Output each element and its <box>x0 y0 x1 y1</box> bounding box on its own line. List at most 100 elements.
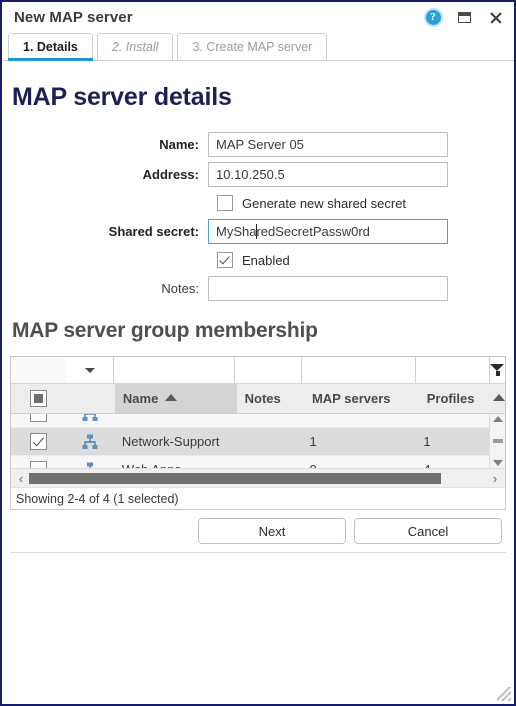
name-input[interactable]: MAP Server 05 <box>208 132 448 157</box>
group-membership-grid: Name Notes MAP servers Profiles Network-… <box>10 356 506 510</box>
generate-secret-row: Generate new shared secret <box>10 192 506 214</box>
generate-new-shared-secret-label: Generate new shared secret <box>242 195 407 211</box>
tab-install[interactable]: 2. Install <box>96 33 174 60</box>
chevron-down-icon <box>84 367 95 373</box>
row-checkbox-cell[interactable] <box>11 433 66 450</box>
row-name-cell: Web Apps <box>114 462 235 468</box>
column-header-notes-label: Notes <box>244 391 281 406</box>
table-row[interactable]: Web Apps 0 4 <box>11 456 489 468</box>
address-input[interactable]: 10.10.250.5 <box>208 162 448 187</box>
maximize-button[interactable] <box>453 7 475 27</box>
row-checkbox[interactable] <box>29 414 47 422</box>
field-row-name: Name: MAP Server 05 <box>10 132 506 157</box>
column-header-profiles-label: Profiles <box>426 391 475 406</box>
help-circle-icon: ? <box>425 9 441 25</box>
field-row-notes: Notes: <box>10 276 506 301</box>
notes-input[interactable] <box>208 276 448 301</box>
column-header-map-servers[interactable]: MAP servers <box>304 384 419 413</box>
grid-filter-row <box>11 357 505 384</box>
horizontal-scroll-track[interactable] <box>29 472 487 484</box>
column-header-notes[interactable]: Notes <box>237 384 304 413</box>
row-icon-cell <box>66 414 114 422</box>
sort-ascending-icon <box>165 393 178 401</box>
row-checkbox-cell[interactable] <box>11 414 66 422</box>
next-button[interactable]: Next <box>198 518 346 544</box>
table-row[interactable]: Network-Support 1 1 <box>11 428 489 456</box>
shared-secret-input[interactable]: MySharedSecretPassw0rd <box>208 219 448 244</box>
notes-label: Notes: <box>161 281 199 296</box>
dialog-window: New MAP server ? 1. Details 2. Install 3… <box>0 0 516 706</box>
grid-vertical-scrollbar[interactable] <box>489 414 505 468</box>
help-button[interactable]: ? <box>422 7 444 27</box>
row-icon-cell <box>66 462 114 468</box>
shared-secret-text-after: redSecretPassw0rd <box>256 224 370 239</box>
filter-menu-button[interactable] <box>490 357 505 383</box>
enabled-label: Enabled <box>242 252 290 268</box>
filter-cell-profiles[interactable] <box>416 357 490 383</box>
group-node-icon <box>86 462 93 468</box>
row-checkbox[interactable] <box>29 433 47 450</box>
column-header-name[interactable]: Name <box>114 384 237 413</box>
dialog-footer: Next Cancel <box>10 510 506 544</box>
field-row-address: Address: 10.10.250.5 <box>10 162 506 187</box>
close-icon <box>489 11 502 24</box>
enabled-row: Enabled <box>10 249 506 271</box>
cancel-button[interactable]: Cancel <box>354 518 502 544</box>
table-row[interactable] <box>11 414 489 428</box>
shared-secret-label: Shared secret: <box>108 224 199 239</box>
dialog-content: MAP server details Name: MAP Server 05 A… <box>2 61 514 704</box>
maximize-icon <box>457 11 471 23</box>
row-icon-cell <box>66 434 114 450</box>
window-controls: ? <box>422 7 506 27</box>
footer-divider <box>10 552 506 553</box>
field-row-shared-secret: Shared secret: MySharedSecretPassw0rd <box>10 219 506 244</box>
filter-cell-select <box>11 357 67 383</box>
grid-header-row: Name Notes MAP servers Profiles <box>11 384 506 414</box>
generate-new-shared-secret-checkbox[interactable] <box>217 195 233 211</box>
address-label: Address: <box>142 167 199 182</box>
filter-cell-name[interactable] <box>114 357 236 383</box>
membership-title: MAP server group membership <box>12 319 318 342</box>
column-header-name-label: Name <box>122 391 159 406</box>
tab-create-map-server[interactable]: 3. Create MAP server <box>177 33 328 60</box>
chevron-left-icon[interactable]: ‹ <box>13 471 29 486</box>
select-all-header[interactable] <box>11 384 66 413</box>
column-header-map-servers-label: MAP servers <box>311 391 391 406</box>
filter-funnel-icon <box>490 363 505 377</box>
row-checkbox[interactable] <box>29 461 47 468</box>
scroll-up-icon <box>493 393 506 401</box>
page-title: MAP server details <box>12 83 232 111</box>
group-node-icon <box>82 414 98 421</box>
row-profiles-cell: 1 <box>423 434 431 449</box>
column-header-icon <box>66 384 115 413</box>
tab-details[interactable]: 1. Details <box>7 33 93 61</box>
wizard-tabs: 1. Details 2. Install 3. Create MAP serv… <box>2 32 514 61</box>
scroll-down-arrow-icon[interactable] <box>492 460 503 466</box>
select-all-checkbox[interactable] <box>30 390 48 407</box>
column-header-profiles[interactable]: Profiles <box>419 384 493 413</box>
scroll-up-arrow-icon[interactable] <box>492 416 503 422</box>
filter-cell-icon[interactable] <box>66 357 115 383</box>
filter-cell-notes[interactable] <box>235 357 303 383</box>
close-button[interactable] <box>484 7 506 27</box>
chevron-right-icon[interactable]: › <box>487 471 503 486</box>
grid-rows: Network-Support 1 1 <box>11 414 489 468</box>
grid-status-text: Showing 2-4 of 4 (1 selected) <box>11 487 505 509</box>
grid-horizontal-scrollbar[interactable]: ‹ › <box>11 468 505 487</box>
horizontal-scroll-thumb[interactable] <box>29 472 442 484</box>
resize-grip[interactable] <box>497 687 511 701</box>
vertical-scroll-thumb[interactable] <box>492 439 503 443</box>
row-name-cell: Network-Support <box>121 434 220 449</box>
enabled-checkbox[interactable] <box>217 252 233 268</box>
window-title: New MAP server <box>14 8 133 26</box>
filter-cell-map-servers[interactable] <box>302 357 417 383</box>
group-node-icon <box>82 434 98 449</box>
row-checkbox-cell[interactable] <box>11 461 66 468</box>
row-map-servers-cell: 0 <box>301 462 415 468</box>
name-label: Name: <box>159 137 199 152</box>
title-bar: New MAP server ? <box>2 2 514 32</box>
shared-secret-text-before: MySha <box>216 224 257 239</box>
details-form: Name: MAP Server 05 Address: 10.10.250.5… <box>10 132 506 301</box>
column-scroll-up-indicator[interactable] <box>493 384 506 413</box>
row-profiles-cell: 4 <box>415 462 489 468</box>
